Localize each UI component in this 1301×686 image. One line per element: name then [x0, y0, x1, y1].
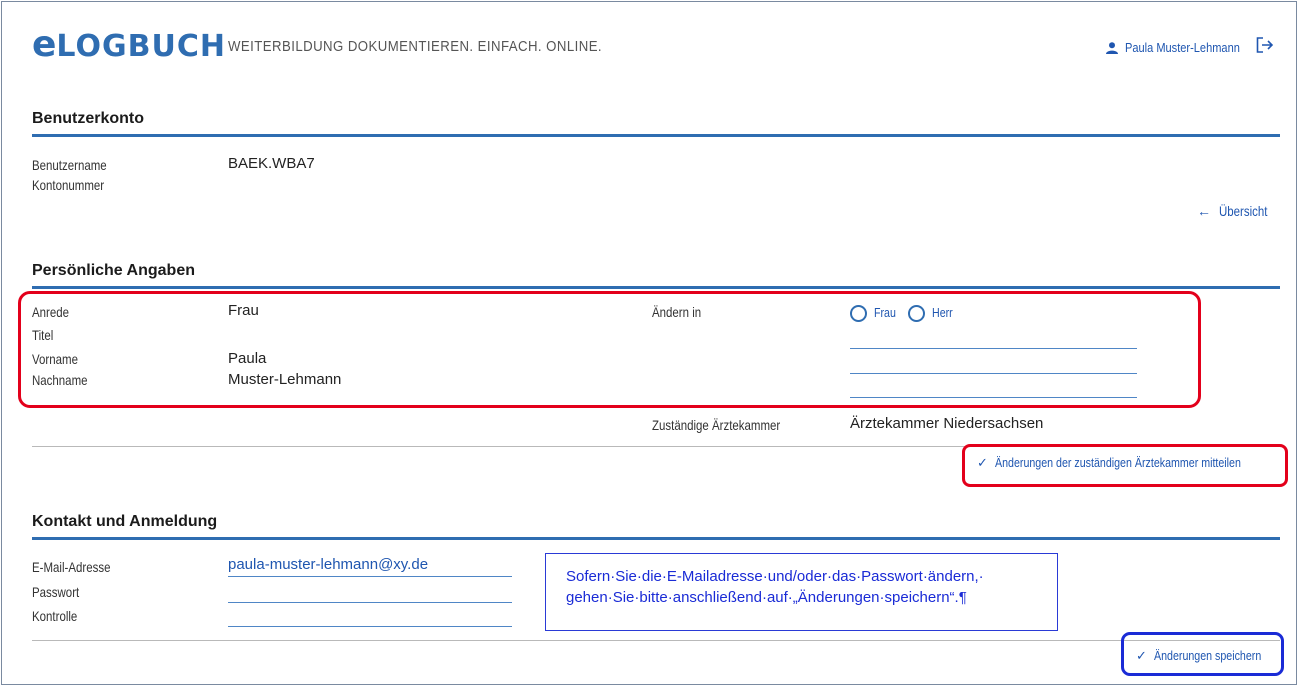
- logout-button[interactable]: [1256, 37, 1274, 57]
- email-label: E-Mail-Adresse: [32, 559, 111, 575]
- app-logo: eLOGBUCH: [32, 24, 226, 65]
- section-rule-personal: [32, 286, 1280, 289]
- info-note-line-1: Sofern·Sie·die·E-Mailadresse·und/oder·da…: [566, 568, 984, 585]
- chamber-label: Zuständige Ärztekammer: [652, 417, 781, 433]
- confirm-input[interactable]: [228, 626, 512, 627]
- username-value: BAEK.WBA7: [228, 155, 315, 172]
- overview-link-label: Übersicht: [1218, 203, 1268, 219]
- section-rule-contact: [32, 537, 1280, 540]
- highlight-save-box: [1121, 632, 1284, 676]
- highlight-notify-box: [962, 444, 1288, 487]
- chamber-value: Ärztekammer Niedersachsen: [850, 415, 1044, 432]
- info-note: Sofern·Sie·die·E-Mailadresse·und/oder·da…: [545, 553, 1058, 631]
- section-title-contact: Kontakt und Anmeldung: [32, 513, 218, 530]
- password-label: Passwort: [32, 584, 80, 600]
- info-note-line-2: gehen·Sie·bitte·anschließend·auf·„Änderu…: [566, 589, 967, 606]
- section-rule-account: [32, 134, 1280, 137]
- overview-link[interactable]: ← Übersicht: [1197, 203, 1278, 219]
- user-menu[interactable]: Paula Muster-Lehmann: [1105, 40, 1260, 55]
- user-name: Paula Muster-Lehmann: [1125, 40, 1240, 55]
- divider-contact: [32, 640, 1280, 641]
- arrow-left-icon: ←: [1197, 203, 1211, 219]
- email-input-line: [228, 576, 512, 577]
- logout-icon: [1256, 37, 1274, 53]
- account-number-label: Kontonummer: [32, 177, 105, 193]
- highlight-personal-box: [18, 291, 1201, 408]
- password-input[interactable]: [228, 602, 512, 603]
- username-label: Benutzername: [32, 157, 107, 173]
- app-tagline: WEITERBILDUNG DOKUMENTIEREN. EINFACH. ON…: [228, 38, 603, 55]
- email-input[interactable]: paula-muster-lehmann@xy.de: [228, 556, 428, 573]
- confirm-label: Kontrolle: [32, 608, 78, 624]
- section-title-account: Benutzerkonto: [32, 110, 144, 127]
- section-title-personal: Persönliche Angaben: [32, 262, 195, 279]
- user-icon: [1106, 41, 1118, 54]
